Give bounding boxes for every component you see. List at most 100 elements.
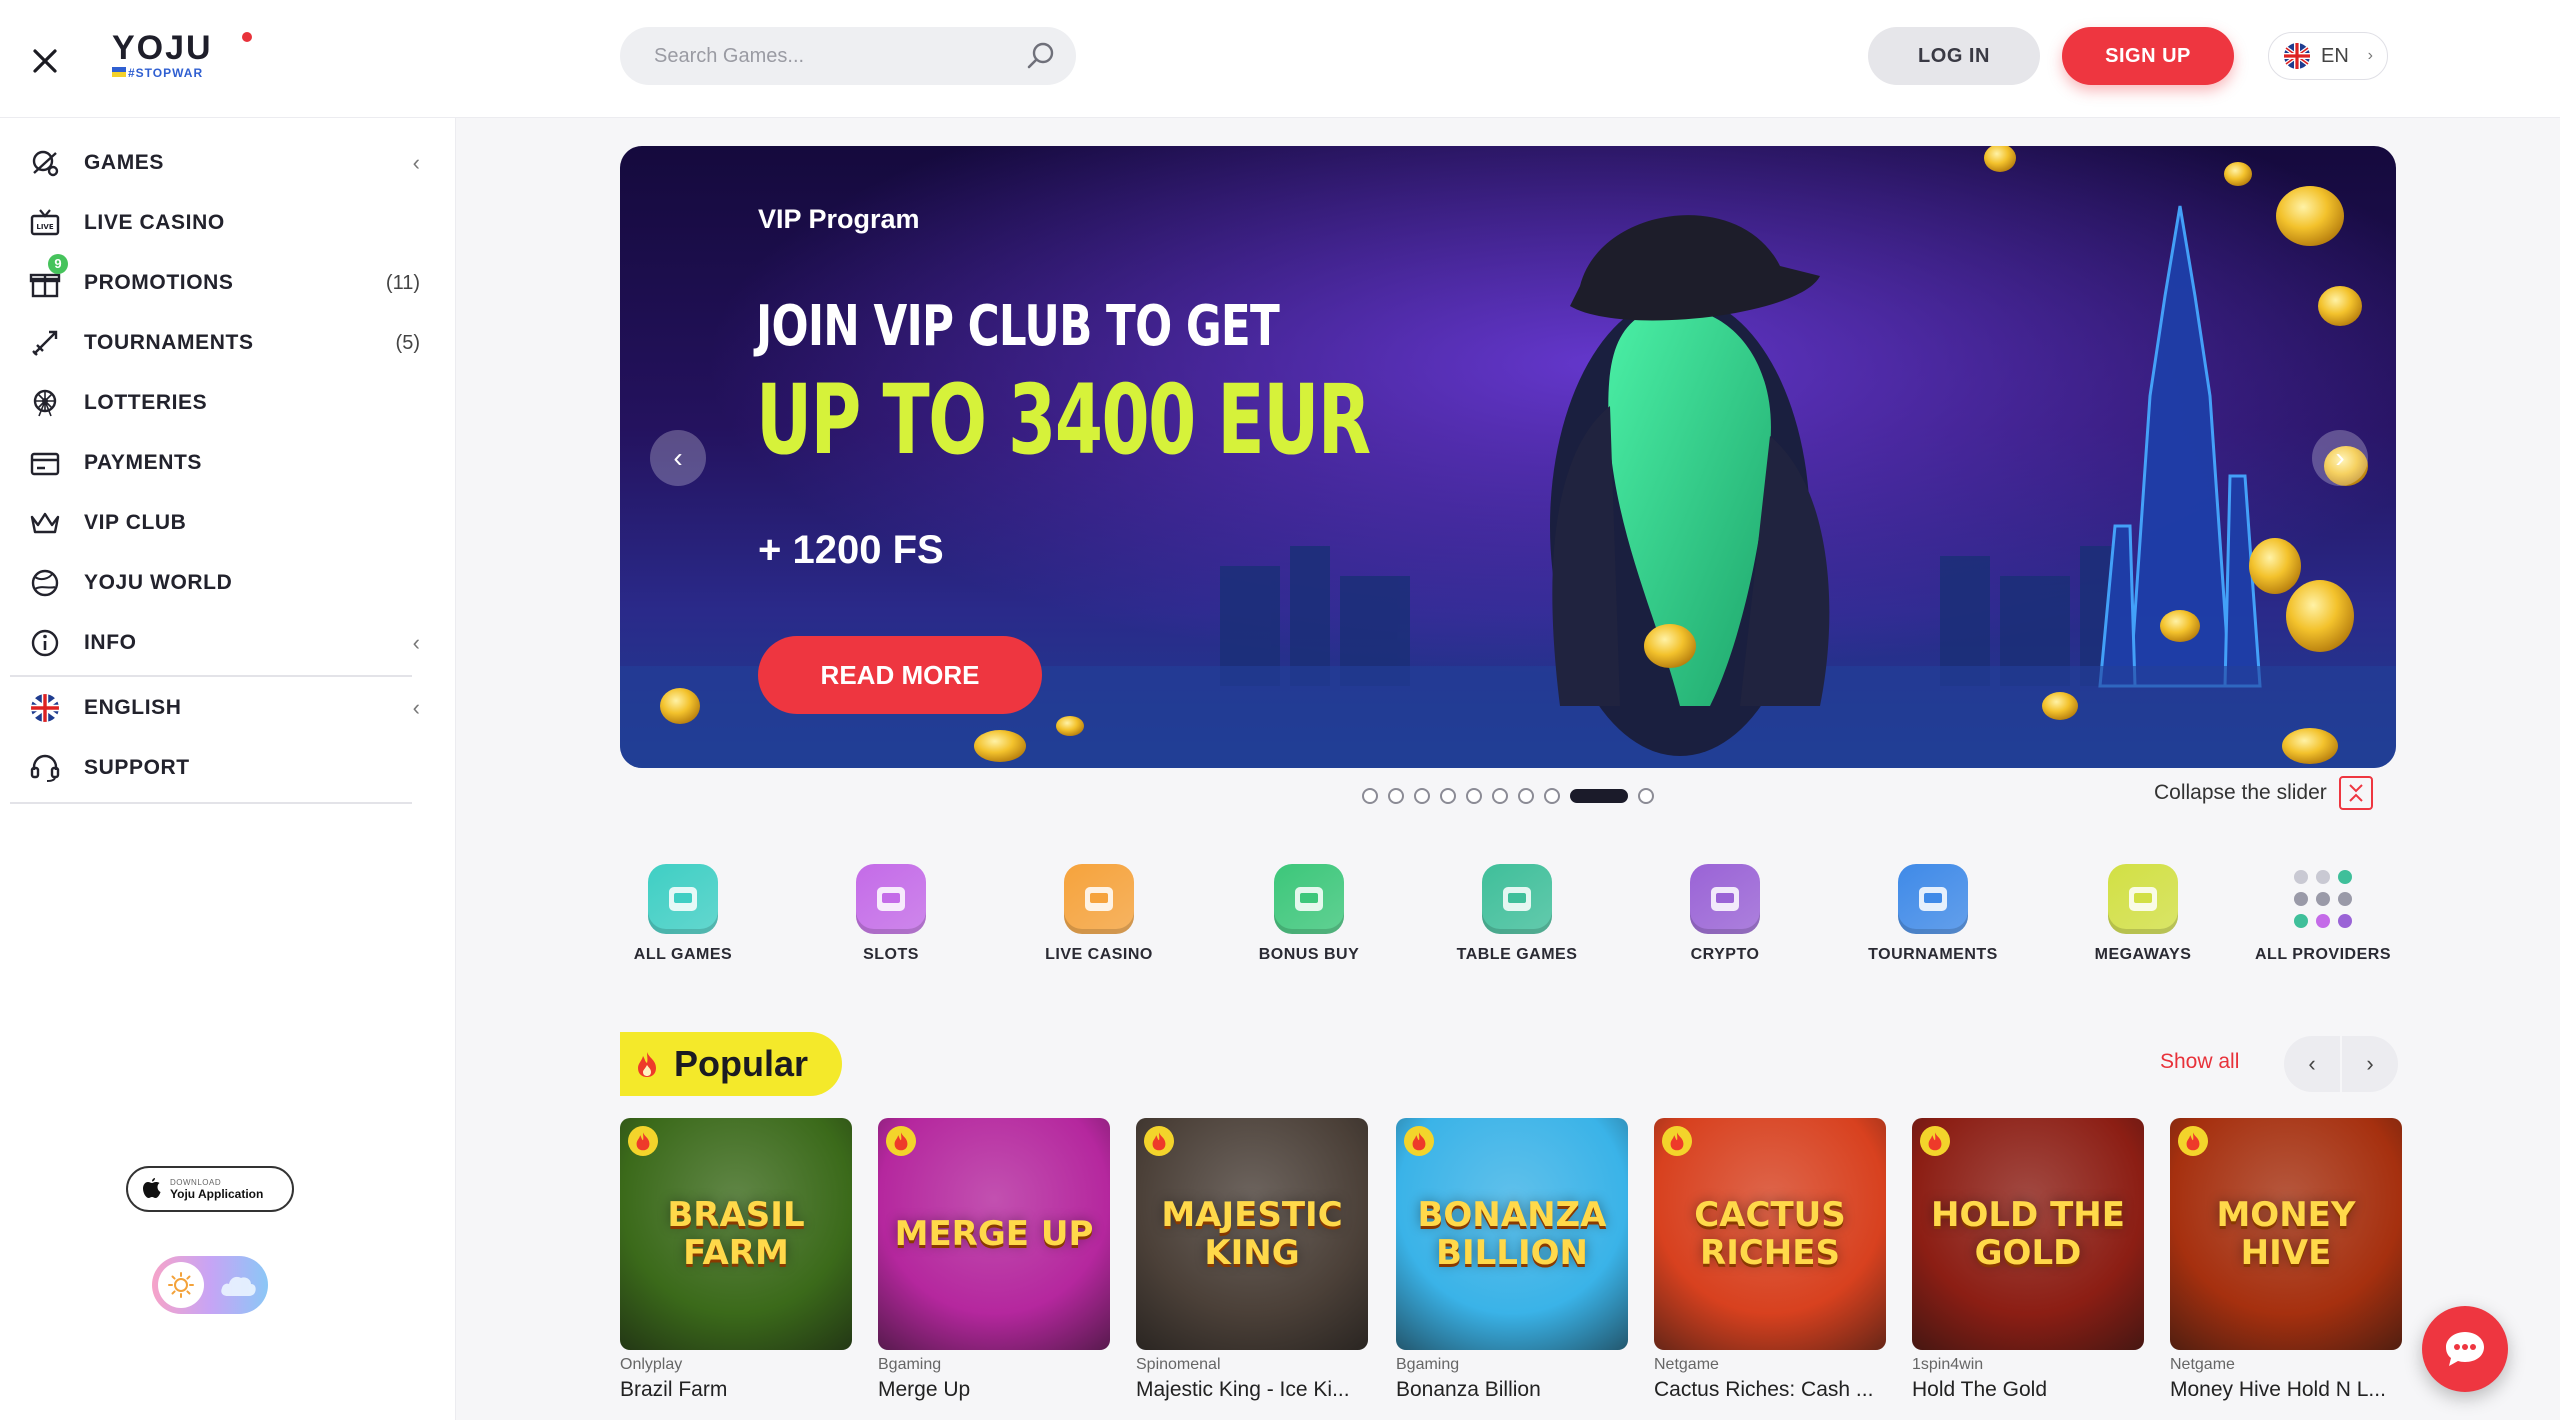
slider-dot[interactable] [1492,788,1508,804]
banner-eyebrow: VIP Program [758,204,920,234]
svg-text:LIVE: LIVE [36,223,53,231]
search-icon[interactable] [1026,41,1056,71]
logo-tag: #STOPWAR [128,66,204,80]
prev-slide-button[interactable]: ‹ [650,430,706,486]
game-card[interactable]: MONEY HIVE Netgame Money Hive Hold N L... [2170,1118,2402,1402]
theme-toggle[interactable] [152,1256,268,1314]
next-slide-button[interactable]: › [2312,430,2368,486]
category-all-providers[interactable]: ALL PROVIDERS [2248,864,2398,964]
bar-machine-icon [648,864,718,934]
category-label: ALL GAMES [633,946,733,963]
category-slots[interactable]: SLOTS [816,864,966,964]
game-card[interactable]: BRASIL FARM Onlyplay Brazil Farm [620,1118,852,1402]
slider-dot[interactable] [1638,788,1654,804]
top-header: YOJU #STOPWAR LOG IN SIGN UP EN › [0,0,2560,118]
slider-dot[interactable] [1518,788,1534,804]
slider-pagination [1362,788,1654,804]
slider-dot[interactable] [1388,788,1404,804]
search-input[interactable] [654,44,1026,68]
sidebar-item-games[interactable]: GAMES ‹ [28,140,420,186]
sidebar-item-label: TOURNAMENTS [84,331,254,354]
category-megaways[interactable]: MEGAWAYS [2068,864,2218,964]
collapse-slider-control[interactable]: Collapse the slider [2154,776,2373,810]
wallet-icon [28,446,62,480]
category-crypto[interactable]: CRYPTO [1650,864,1800,964]
chevron-left-icon[interactable]: ‹ [413,695,420,721]
game-art-title: BRASIL FARM [667,1195,805,1273]
game-name[interactable]: Brazil Farm [620,1378,852,1402]
category-label: SLOTS [863,946,919,963]
popular-prev-button[interactable]: ‹ [2284,1036,2340,1092]
yoju-logo[interactable]: YOJU #STOPWAR [112,30,262,84]
category-all-games[interactable]: ALL GAMES [608,864,758,964]
sidebar-item-yoju-world[interactable]: YOJU WORLD [28,560,420,606]
game-card[interactable]: MAJESTIC KING Spinomenal Majestic King - I… [1136,1118,1368,1402]
game-thumbnail[interactable]: BRASIL FARM [620,1118,852,1350]
category-tournaments[interactable]: TOURNAMENTS [1858,864,2008,964]
category-label: MEGAWAYS [2094,946,2192,963]
slider-dot[interactable] [1570,789,1628,803]
game-name[interactable]: Cactus Riches: Cash ... [1654,1378,1886,1402]
game-thumbnail[interactable]: HOLD THE GOLD [1912,1118,2144,1350]
sidebar-item-lotteries[interactable]: LOTTERIES [28,380,420,426]
game-card[interactable]: MERGE UP Bgaming Merge Up [878,1118,1110,1402]
uk-flag-icon [2284,43,2310,69]
search-bar[interactable] [620,27,1076,85]
fire-icon [886,1126,916,1156]
language-selector[interactable]: EN › [2268,32,2388,80]
slider-dot[interactable] [1544,788,1560,804]
chevron-left-icon[interactable]: ‹ [413,150,420,176]
sidebar-item-label: VIP CLUB [84,511,187,534]
sidebar-item-promotions[interactable]: PROMOTIONS (11) [28,260,420,306]
game-thumbnail[interactable]: MERGE UP [878,1118,1110,1350]
game-name[interactable]: Merge Up [878,1378,1110,1402]
banner-headline: JOIN VIP CLUB TO GET [756,294,1280,359]
game-name[interactable]: Money Hive Hold N L... [2170,1378,2402,1402]
game-thumbnail[interactable]: CACTUS RICHES [1654,1118,1886,1350]
show-all-link[interactable]: Show all [2160,1050,2239,1074]
game-card[interactable]: BONANZA BILLION Bgaming Bonanza Billion [1396,1118,1628,1402]
sidebar-divider [10,675,412,677]
signup-button[interactable]: SIGN UP [2062,27,2234,85]
slider-dot[interactable] [1466,788,1482,804]
read-more-button[interactable]: READ MORE [758,636,1042,714]
slider-dot[interactable] [1440,788,1456,804]
sidebar-item-live-casino[interactable]: LIVE LIVE CASINO [28,200,420,246]
game-name[interactable]: Hold The Gold [1912,1378,2144,1402]
game-thumbnail[interactable]: MONEY HIVE [2170,1118,2402,1350]
download-app-button[interactable]: DOWNLOAD Yoju Application [126,1166,294,1212]
game-card[interactable]: HOLD THE GOLD 1spin4win Hold The Gold [1912,1118,2144,1402]
close-menu-icon[interactable] [24,40,66,82]
live-chat-button[interactable] [2422,1306,2508,1392]
game-thumbnail[interactable]: MAJESTIC KING [1136,1118,1368,1350]
download-app-label: Yoju Application [170,1186,264,1201]
sidebar-item-info[interactable]: INFO ‹ [28,620,420,666]
game-name[interactable]: Majestic King - Ice Ki... [1136,1378,1368,1402]
sidebar-item-label: YOJU WORLD [84,571,233,594]
chevron-left-icon[interactable]: ‹ [413,630,420,656]
slider-dot[interactable] [1414,788,1430,804]
live-tv-icon: LIVE [28,206,62,240]
game-thumbnail[interactable]: BONANZA BILLION [1396,1118,1628,1350]
category-bonus-buy[interactable]: BONUS BUY [1234,864,1384,964]
diamond-icon [1274,864,1344,934]
info-icon [28,626,62,660]
category-table-games[interactable]: TABLE GAMES [1442,864,1592,964]
login-button[interactable]: LOG IN [1868,27,2040,85]
sidebar-item-vip-club[interactable]: VIP CLUB [28,500,420,546]
popular-next-button[interactable]: › [2342,1036,2398,1092]
sidebar-item-support[interactable]: SUPPORT [28,745,420,791]
category-live-casino[interactable]: LIVE CASINO [1024,864,1174,964]
live-icon [1064,864,1134,934]
game-name[interactable]: Bonanza Billion [1396,1378,1628,1402]
sidebar-item-english[interactable]: ENGLISH ‹ [28,685,420,731]
sidebar-item-tournaments[interactable]: TOURNAMENTS (5) [28,320,420,366]
download-small-label: DOWNLOAD [170,1177,222,1187]
tournament-icon [1898,864,1968,934]
game-art-title: HOLD THE GOLD [1931,1195,2125,1273]
game-card[interactable]: CACTUS RICHES Netgame Cactus Riches: Cash … [1654,1118,1886,1402]
sidebar-item-payments[interactable]: PAYMENTS [28,440,420,486]
collapse-slider-label: Collapse the slider [2154,781,2327,804]
slider-dot[interactable] [1362,788,1378,804]
banner-highlight: UP TO 3400 EUR [756,364,1371,476]
